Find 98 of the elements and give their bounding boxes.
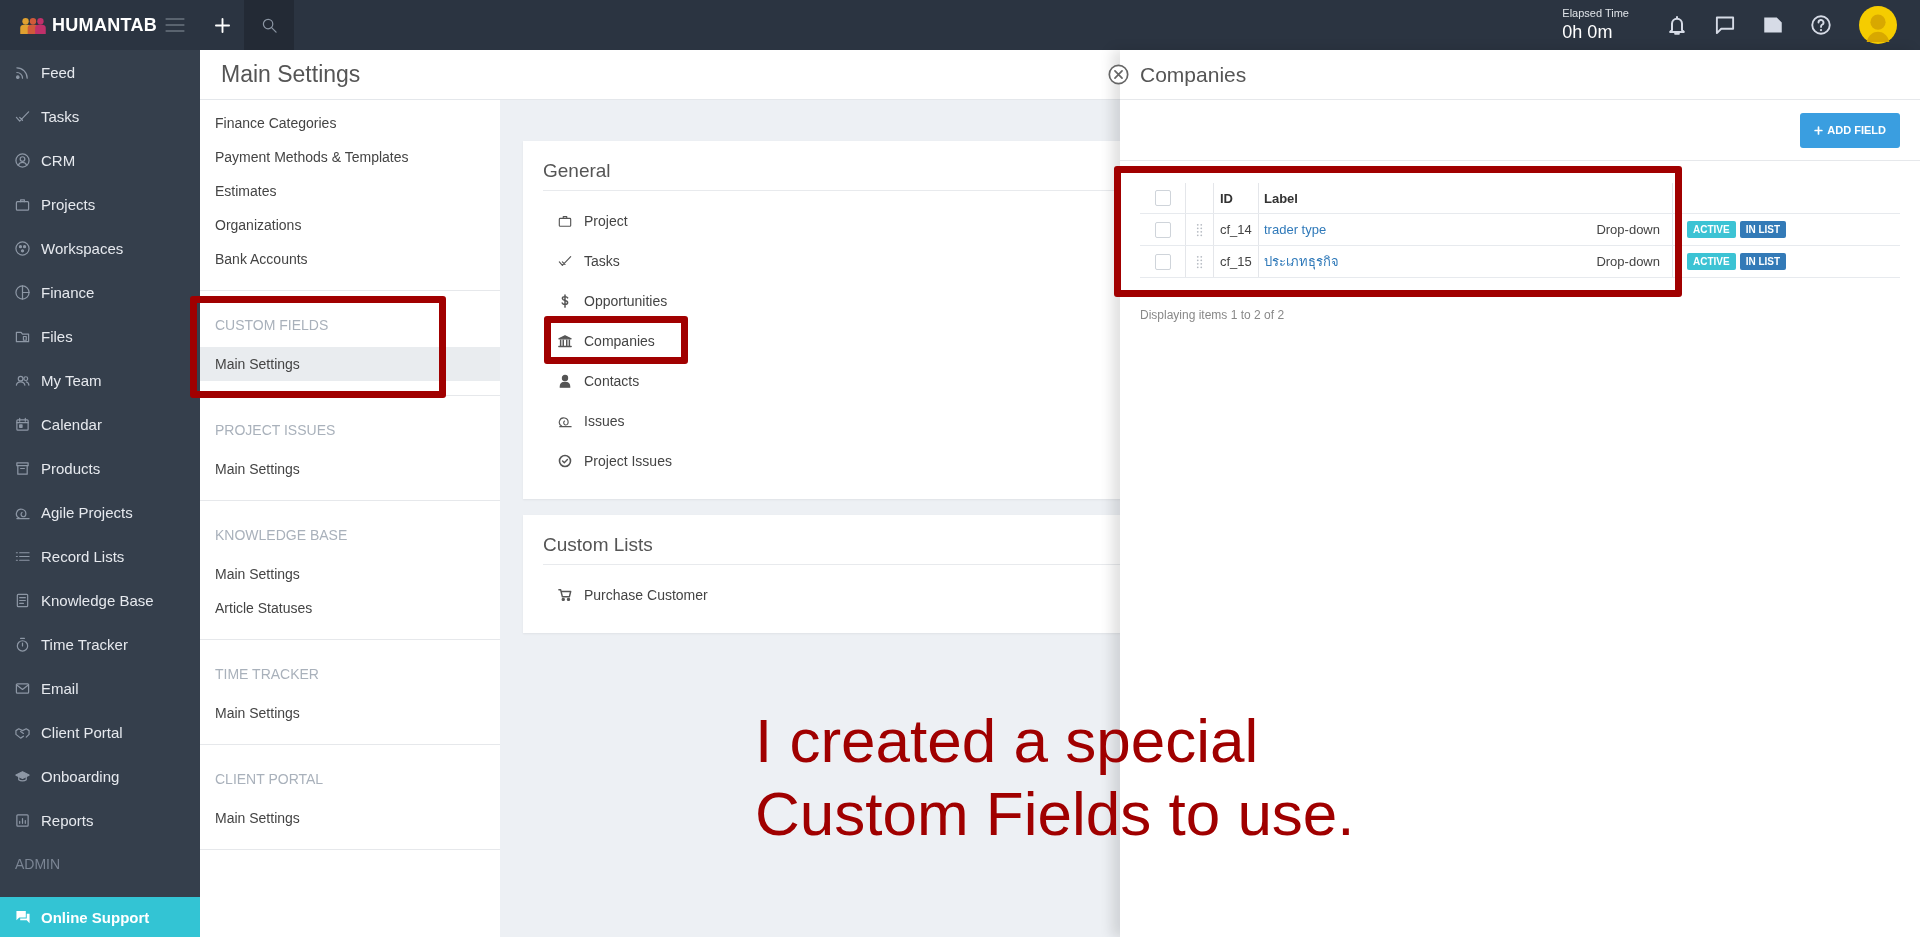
settings-link[interactable]: Estimates [200, 174, 500, 208]
sidebar-item[interactable]: Email [0, 666, 200, 710]
settings-link[interactable]: Bank Accounts [200, 242, 500, 276]
sidebar-item[interactable]: Finance [0, 270, 200, 314]
sidebar-item[interactable]: Reports [0, 798, 200, 842]
sidebar-item[interactable]: CRM [0, 138, 200, 182]
section-heading: KNOWLEDGE BASE [214, 526, 349, 545]
drag-handle-icon[interactable] [1196, 222, 1203, 237]
check-icon [558, 254, 572, 268]
bell-icon[interactable] [1667, 15, 1687, 35]
annotation-text: I created a special Custom Fields to use. [755, 705, 1356, 850]
plus-icon[interactable] [215, 17, 231, 33]
sidebar-item[interactable]: Tasks [0, 94, 200, 138]
briefcase-icon [15, 196, 30, 212]
sidebar-item[interactable]: Projects [0, 182, 200, 226]
help-icon[interactable] [1811, 15, 1831, 35]
checkbox[interactable] [1154, 190, 1171, 206]
plus-icon [1814, 125, 1824, 135]
section-heading: CLIENT PORTAL [214, 770, 325, 789]
sidebar-item[interactable]: Record Lists [0, 534, 200, 578]
settings-link[interactable]: Finance Categories [200, 106, 500, 140]
checkbox[interactable] [1154, 253, 1171, 270]
table-cell: Drop-down [1596, 222, 1660, 237]
calendar-icon [15, 416, 30, 432]
bank-icon [558, 334, 572, 348]
status-tag: ACTIVE [1687, 221, 1736, 238]
elapsed-time-value: 0h 0m [1562, 22, 1614, 43]
person-icon [558, 374, 572, 388]
sidebar-item[interactable]: Workspaces [0, 226, 200, 270]
chat-icon[interactable] [1715, 15, 1735, 35]
page-title: Main Settings [221, 61, 361, 88]
pagination-summary: Displaying items 1 to 2 of 2 [1140, 308, 1286, 322]
table-cell: cf_14 [1220, 222, 1252, 237]
section-heading: TIME TRACKER [214, 665, 320, 684]
section-heading: PROJECT ISSUES [214, 421, 337, 440]
sidebar-item[interactable]: Onboarding [0, 754, 200, 798]
document-icon [15, 592, 30, 608]
elapsed-time-label: Elapsed Time [1562, 7, 1629, 19]
status-tag: ACTIVE [1687, 253, 1736, 270]
settings-link[interactable]: Main Settings [200, 347, 500, 381]
chat-bubbles-icon [15, 909, 31, 925]
search-icon [261, 17, 277, 33]
check-icon [15, 108, 30, 124]
field-link[interactable]: ประเภทธุรกิจ [1264, 251, 1339, 272]
archive-box-icon [15, 460, 30, 476]
panel-title: Companies [1140, 62, 1247, 87]
status-tag: IN LIST [1739, 221, 1787, 238]
stopwatch-icon [15, 636, 30, 652]
drag-handle-icon[interactable] [1196, 254, 1203, 269]
settings-link[interactable]: Main Settings [200, 696, 500, 730]
logo-text: HUMANTAB [52, 14, 158, 36]
sidebar-item[interactable]: Agile Projects [0, 490, 200, 534]
logo-icon [20, 16, 46, 34]
sidebar-item[interactable]: Time Tracker [0, 622, 200, 666]
settings-link[interactable]: Opportunities [543, 281, 668, 321]
pie-chart-icon [15, 284, 30, 300]
settings-link[interactable]: Project [543, 201, 628, 241]
table-cell: Drop-down [1596, 254, 1660, 269]
settings-link[interactable]: Main Settings [200, 801, 500, 835]
status-tag: IN LIST [1739, 253, 1787, 270]
settings-link[interactable]: Tasks [543, 241, 620, 281]
section-label: ADMIN [14, 855, 62, 874]
settings-link[interactable]: Issues [543, 401, 625, 441]
envelope-icon [15, 680, 30, 696]
column-header: ID [1220, 190, 1233, 206]
settings-link[interactable]: Companies [543, 321, 655, 361]
dotted-circle-icon [15, 240, 30, 256]
sidebar-item[interactable]: Calendar [0, 402, 200, 446]
sidebar-item[interactable]: Knowledge Base [0, 578, 200, 622]
table-cell: cf_15 [1220, 254, 1252, 269]
settings-link[interactable]: Purchase Customer [543, 575, 708, 615]
sidebar-item[interactable]: Feed [0, 50, 200, 94]
settings-link[interactable]: Organizations [200, 208, 500, 242]
settings-link[interactable]: Main Settings [200, 557, 500, 591]
section-heading: CUSTOM FIELDS [214, 316, 330, 335]
settings-link[interactable]: Article Statuses [200, 591, 500, 625]
spiral-icon [558, 414, 572, 428]
settings-link[interactable]: Project Issues [543, 441, 672, 481]
bar-chart-icon [15, 812, 30, 828]
sidebar-item[interactable]: Files [0, 314, 200, 358]
user-circle-icon [15, 152, 30, 168]
avatar[interactable] [1859, 6, 1897, 44]
checkbox[interactable] [1154, 221, 1171, 238]
graduation-cap-icon [15, 768, 30, 784]
check-circle-icon [558, 454, 572, 468]
close-icon[interactable] [1108, 64, 1129, 85]
sidebar-item[interactable]: Client Portal [0, 710, 200, 754]
rss-icon [15, 64, 30, 80]
briefcase-icon [558, 214, 572, 228]
column-header: Label [1264, 190, 1298, 206]
document-icon[interactable] [1763, 15, 1783, 35]
sidebar-item[interactable]: Products [0, 446, 200, 490]
cart-icon [558, 588, 572, 602]
settings-link[interactable]: Contacts [543, 361, 640, 401]
sidebar-item[interactable]: My Team [0, 358, 200, 402]
field-link[interactable]: trader type [1264, 222, 1327, 237]
settings-link[interactable]: Payment Methods & Templates [200, 140, 500, 174]
settings-link[interactable]: Main Settings [200, 452, 500, 486]
